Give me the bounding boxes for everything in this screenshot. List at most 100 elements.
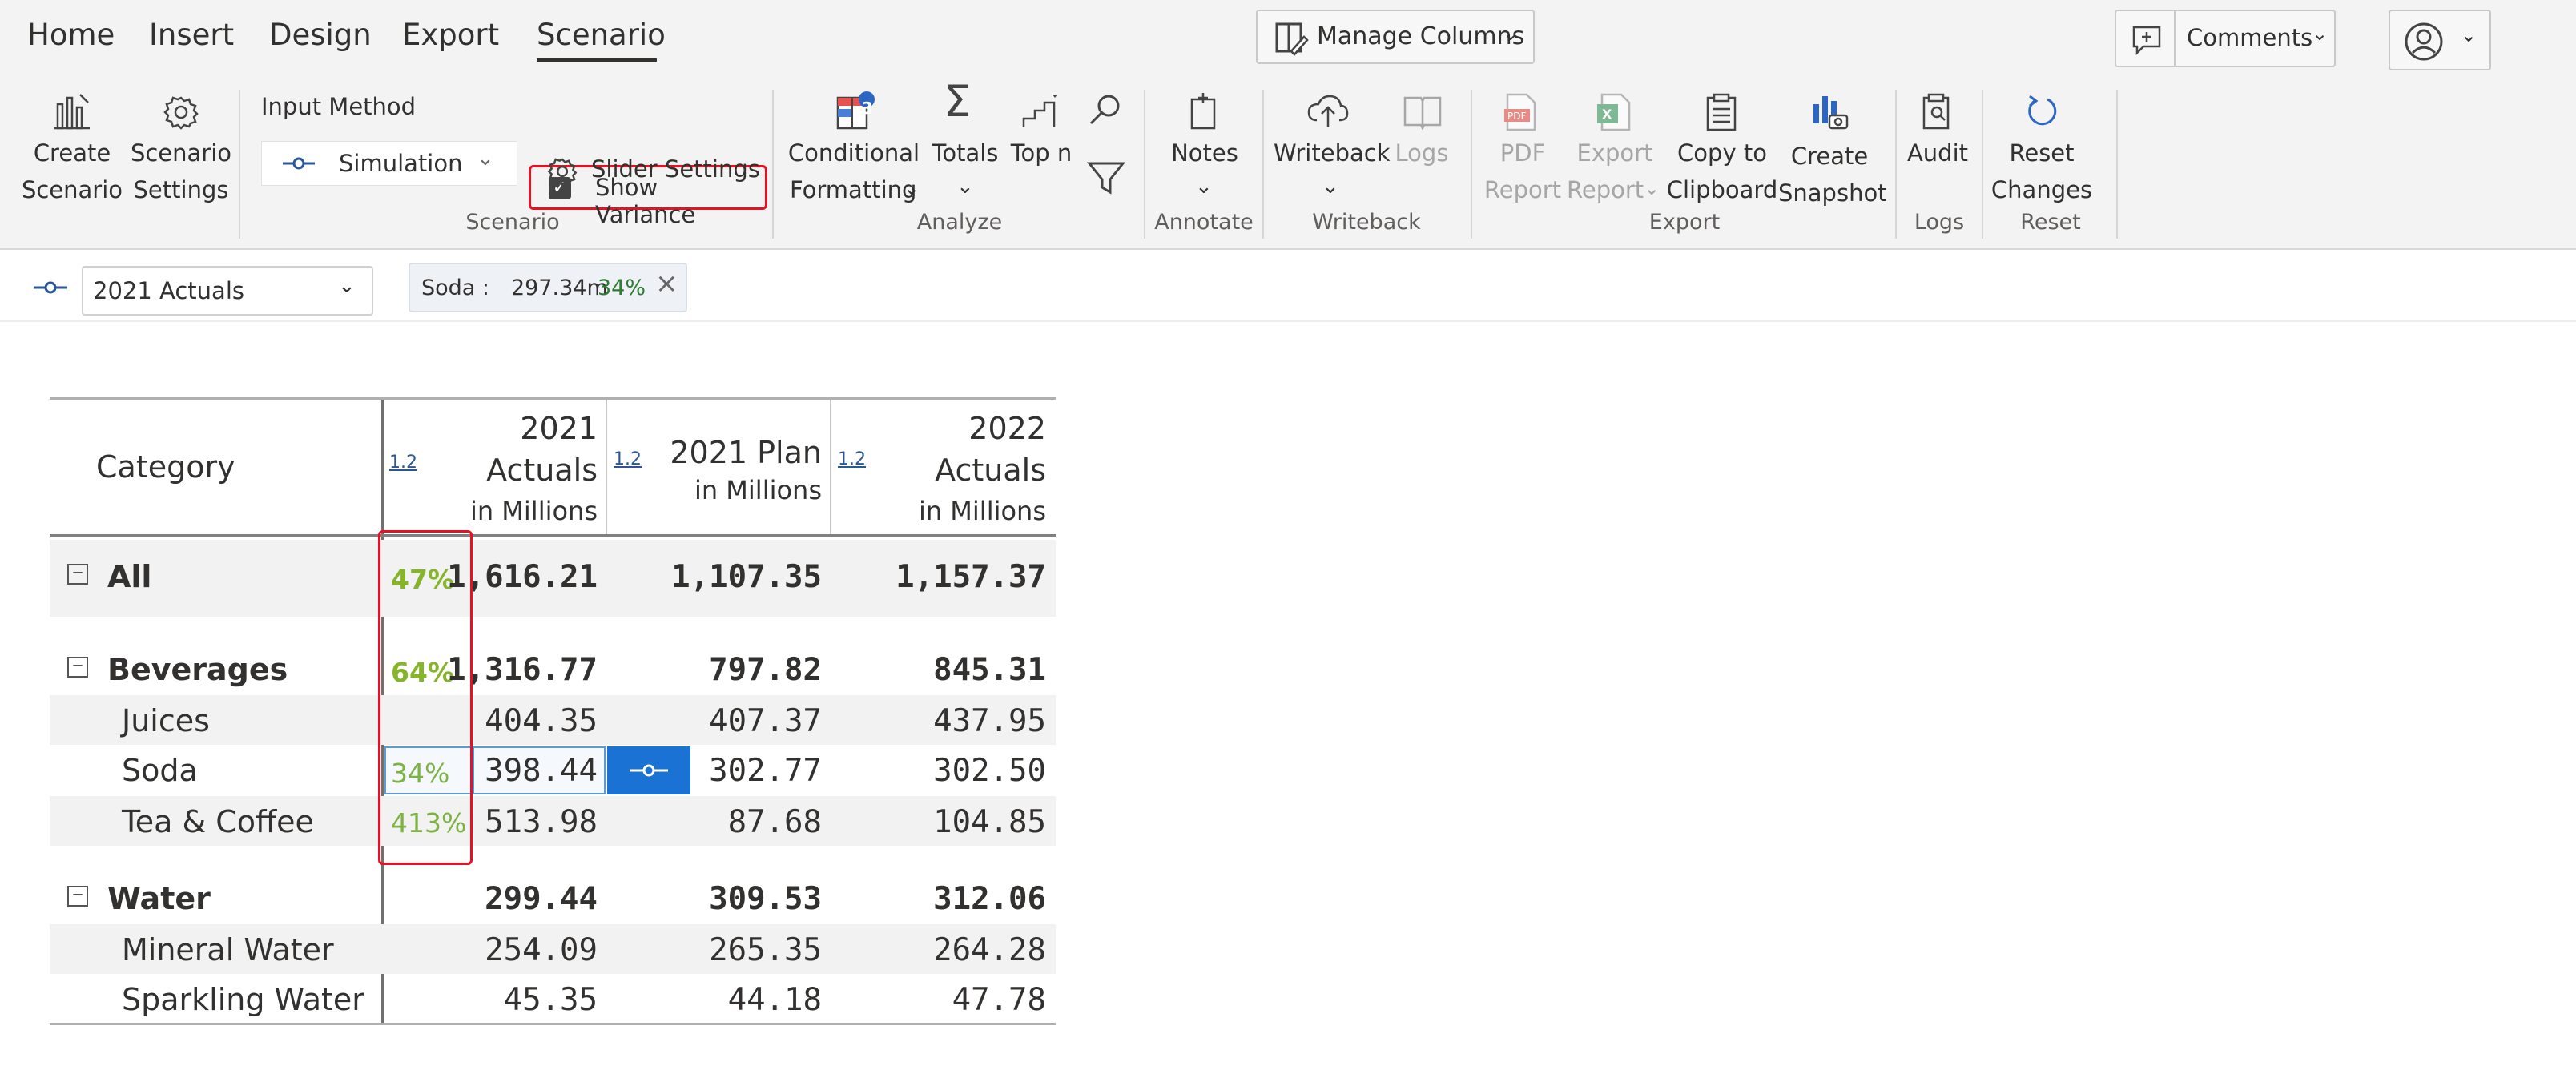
cell-2021-plan[interactable]: 1,107.35 [622, 559, 822, 595]
chip-value: 297.34m [511, 276, 608, 300]
scale-toggle-col3[interactable]: 1.2 [838, 449, 866, 469]
cell-2022-actuals[interactable]: 104.85 [846, 804, 1046, 840]
copy-to-clipboard-button[interactable]: Copy to Clipboard [1666, 86, 1778, 207]
cell-2021-plan[interactable]: 265.35 [622, 932, 822, 968]
comments-control: Comments ⌄ [2115, 10, 2336, 67]
cell-2021-plan[interactable]: 309.53 [622, 881, 822, 917]
row-label: Juices [122, 703, 210, 738]
svg-text:PDF: PDF [1507, 111, 1526, 122]
collapse-beverages-button[interactable]: − [67, 657, 88, 678]
top-n-button[interactable]: Top n [1003, 86, 1080, 167]
cell-2022-actuals[interactable]: 312.06 [846, 881, 1046, 917]
conditional-badge: 3 [862, 99, 873, 118]
chevron-down-icon: ⌄ [1644, 177, 1660, 199]
chevron-down-icon: ⌄ [1503, 22, 1519, 45]
slider-settings-label: Slider Settings [591, 155, 760, 183]
create-scenario-label-1: Create [33, 139, 111, 167]
tab-design[interactable]: Design [269, 18, 372, 52]
top-n-icon [1022, 95, 1057, 127]
tab-scenario[interactable]: Scenario [537, 18, 666, 52]
filter-icon[interactable] [1086, 159, 1126, 197]
cell-2021-plan[interactable]: 44.18 [622, 982, 822, 1018]
slider-icon [34, 281, 67, 294]
create-snapshot-label-1: Create [1790, 143, 1869, 170]
create-snapshot-label-2: Snapshot [1778, 179, 1887, 207]
table-row-beverages: − Beverages 64% 1,316.77 797.82 845.31 [50, 644, 1056, 695]
totals-label: Totals [932, 139, 999, 167]
pdf-report-label-1: PDF [1499, 139, 1546, 167]
audit-button[interactable]: Audit [1902, 86, 1974, 207]
active-tab-indicator [537, 58, 657, 62]
scenario-settings-button[interactable]: Scenario Settings [128, 86, 234, 207]
cell-2022-actuals[interactable]: 264.28 [846, 932, 1046, 968]
logs-button[interactable]: Logs [1386, 86, 1458, 167]
cell-2022-actuals[interactable]: 1,157.37 [846, 559, 1046, 595]
input-method-dropdown[interactable]: Simulation ⌄ [261, 141, 517, 186]
create-snapshot-button[interactable]: Create Snapshot [1778, 86, 1887, 207]
tab-insert[interactable]: Insert [149, 18, 234, 52]
manage-columns-button[interactable]: Manage Columns ⌄ [1256, 10, 1535, 64]
slider-icon [283, 157, 315, 170]
cell-2022-actuals[interactable]: 47.78 [846, 982, 1046, 1018]
notes-label: Notes [1171, 139, 1238, 167]
header-col1-line1: 2021 [520, 411, 598, 446]
table-row-all: − All 47% 1,616.21 1,107.35 1,157.37 [50, 540, 1056, 617]
ribbon-separator [2116, 90, 2118, 239]
add-comment-button[interactable] [2116, 11, 2176, 66]
table-header: Category 1.2 2021 Actuals in Millions 1.… [50, 397, 1056, 537]
notes-button[interactable]: Notes ⌄ [1157, 86, 1253, 207]
user-avatar-icon [2405, 22, 2443, 61]
gear-icon [163, 96, 199, 130]
cell-2022-actuals[interactable]: 302.50 [846, 753, 1046, 789]
collapse-water-button[interactable]: − [67, 886, 88, 907]
export-report-label-2: Report [1567, 176, 1644, 203]
table-row-soda: Soda 34% 398.44 302.77 302.50 [50, 745, 1056, 796]
pdf-report-button[interactable]: PDF PDF Report [1479, 86, 1567, 207]
chevron-down-icon: ⌄ [904, 177, 920, 199]
slider-settings-button[interactable]: Slider Settings [545, 149, 761, 192]
export-report-button[interactable]: X Export Report ⌄ [1567, 86, 1663, 207]
chevron-down-icon: ⌄ [2461, 24, 2477, 46]
cell-2021-plan[interactable]: 797.82 [622, 652, 822, 688]
tab-home[interactable]: Home [27, 18, 115, 52]
conditional-formatting-button[interactable]: 3 Conditional Formatting ⌄ [782, 86, 926, 207]
user-menu-button[interactable]: ⌄ [2389, 10, 2491, 70]
comments-dropdown[interactable]: Comments [2187, 24, 2312, 51]
chip-percent: 34% [598, 276, 646, 300]
reset-changes-label-2: Changes [1990, 176, 2093, 203]
cell-2021-actuals[interactable]: 45.35 [445, 982, 598, 1018]
writeback-button[interactable]: Writeback ⌄ [1274, 86, 1390, 207]
table-row-tea-coffee: Tea & Coffee 413% 513.98 87.68 104.85 [50, 796, 1056, 846]
manage-columns-label: Manage Columns [1317, 22, 1525, 50]
scale-toggle-col1[interactable]: 1.2 [389, 453, 417, 473]
reset-changes-button[interactable]: Reset Changes [1990, 86, 2094, 207]
reset-changes-label-1: Reset [2009, 139, 2075, 167]
header-col1-line2: Actuals [486, 453, 598, 488]
book-icon [1403, 96, 1442, 130]
cell-2022-actuals[interactable]: 845.31 [846, 652, 1046, 688]
tab-export[interactable]: Export [402, 18, 499, 52]
cell-2021-plan[interactable]: 87.68 [622, 804, 822, 840]
scale-toggle-col2[interactable]: 1.2 [614, 449, 642, 469]
cloud-upload-icon [1307, 95, 1349, 127]
totals-button[interactable]: Σ Totals ⌄ [929, 76, 1001, 207]
gear-icon [547, 158, 578, 187]
create-scenario-label-2: Scenario [21, 176, 123, 203]
collapse-all-button[interactable]: − [67, 564, 88, 585]
input-method-label: Input Method [261, 93, 417, 120]
sigma-icon: Σ [944, 76, 972, 127]
close-icon[interactable]: × [655, 268, 678, 300]
cell-2021-plan[interactable]: 407.37 [622, 703, 822, 739]
scenario-settings-label-2: Settings [133, 176, 229, 203]
cell-2021-actuals[interactable]: 299.44 [445, 881, 598, 917]
logs-group-label: Logs [1914, 210, 1965, 235]
search-icon[interactable] [1086, 90, 1126, 130]
create-scenario-button[interactable]: Create Scenario [19, 86, 125, 207]
scenario-select[interactable]: 2021 Actuals ⌄ [82, 266, 373, 316]
cell-2021-plan[interactable]: 302.77 [622, 753, 822, 789]
cell-2022-actuals[interactable]: 437.95 [846, 703, 1046, 739]
reset-icon [2028, 95, 2057, 126]
chevron-down-icon: ⌄ [1322, 175, 1339, 199]
cell-2021-actuals[interactable]: 254.09 [445, 932, 598, 968]
excel-icon: X [1597, 93, 1631, 131]
